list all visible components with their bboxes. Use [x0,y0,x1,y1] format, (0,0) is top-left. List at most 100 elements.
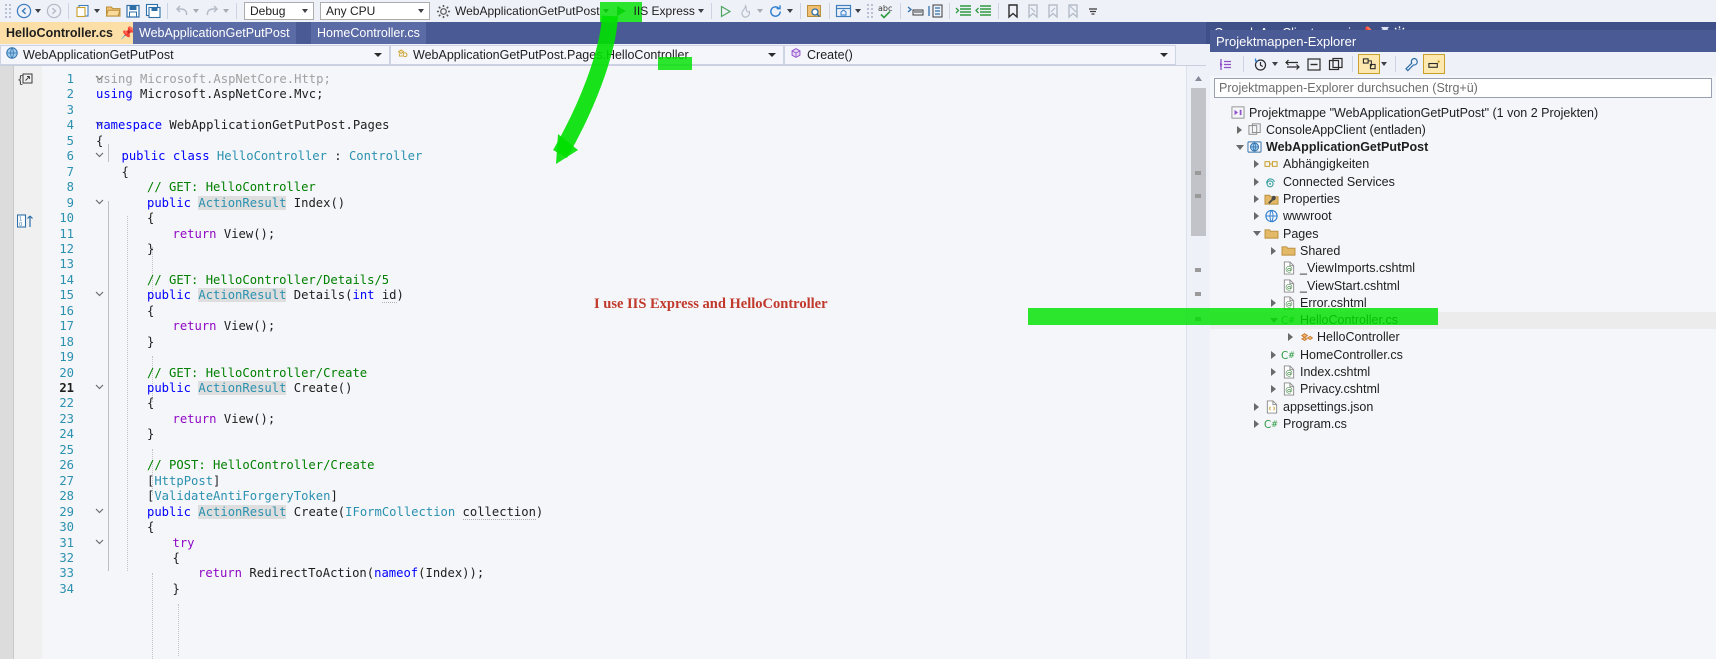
run-target-label[interactable]: IIS Express [632,4,697,18]
hot-reload-dropdown[interactable] [756,9,763,13]
code-line[interactable]: namespace WebApplicationGetPutPost.Pages [96,118,390,133]
open-file-icon[interactable] [103,1,123,21]
code-line[interactable]: using Microsoft.AspNetCore.Mvc; [96,87,323,102]
expand-triangle-icon[interactable] [1250,400,1263,413]
fold-toggle-icon[interactable] [94,506,104,517]
code-line[interactable]: public ActionResult Create() [147,381,352,396]
solution-platform-combo[interactable]: Any CPU [320,2,430,20]
hot-reload-icon[interactable] [736,1,756,21]
tab-homecontroller-cs[interactable]: HomeController.cs [311,22,426,44]
expand-triangle-icon[interactable] [1250,193,1263,206]
increase-indent-icon[interactable] [954,1,974,21]
decrease-indent-icon[interactable] [974,1,994,21]
code-line[interactable]: // GET: HelloController [147,180,316,195]
previous-bookmark-icon[interactable] [1023,1,1043,21]
save-all-icon[interactable] [143,1,163,21]
expand-triangle-icon[interactable] [1267,366,1280,379]
tree-item[interactable]: Pages [1210,225,1716,242]
code-line[interactable]: try [173,536,195,551]
uncomment-selection-icon[interactable] [925,1,945,21]
redo-dropdown[interactable] [223,9,229,13]
navigate-back-dropdown[interactable] [35,9,41,13]
undo-icon[interactable] [172,1,192,21]
tree-item[interactable]: Projektmappe "WebApplicationGetPutPost" … [1210,104,1716,121]
new-item-dropdown[interactable] [94,9,100,13]
start-without-debugging-icon[interactable] [716,1,736,21]
home-icon[interactable] [1358,54,1380,74]
code-line[interactable]: public ActionResult Index() [147,195,345,211]
code-line[interactable]: { [173,551,180,566]
code-line[interactable]: return View(); [173,319,276,334]
window-layout-dropdown[interactable] [854,9,861,13]
expand-triangle-icon[interactable] [1267,383,1280,396]
collapse-triangle-icon[interactable] [1233,141,1246,154]
tree-item[interactable]: @ _ViewImports.cshtml [1210,260,1716,277]
code-line[interactable]: public class HelloController : Controlle… [122,149,423,164]
fold-toggle-icon[interactable] [94,537,104,548]
pending-changes-icon[interactable] [1249,54,1271,74]
code-line[interactable]: } [173,582,180,597]
home-dropdown[interactable] [1381,62,1387,66]
code-line[interactable]: [HttpPost] [147,474,220,489]
tree-item[interactable]: C # Program.cs [1210,415,1716,432]
tree-item[interactable]: @ _ViewStart.cshtml [1210,277,1716,294]
code-line[interactable]: [ValidateAntiForgeryToken] [147,489,338,504]
redo-icon[interactable] [202,1,222,21]
toolbar-overflow-icon[interactable] [1083,1,1103,21]
code-line[interactable]: { [147,396,154,411]
fold-toggle-icon[interactable] [94,197,104,208]
save-icon[interactable] [123,1,143,21]
expand-triangle-icon[interactable] [1250,175,1263,188]
code-line[interactable]: // POST: HelloController/Create [147,458,374,473]
code-line[interactable]: { [147,520,154,535]
toolbar-drag-handle[interactable] [4,3,12,19]
refresh-dropdown[interactable] [786,9,793,13]
comment-selection-icon[interactable] [905,1,925,21]
undo-dropdown[interactable] [193,9,199,13]
show-all-files-icon[interactable] [1303,54,1325,74]
expand-triangle-icon[interactable] [1250,417,1263,430]
collapse-to-definitions-icon[interactable]: { [17,72,33,89]
tree-item[interactable]: C # HomeController.cs [1210,346,1716,363]
code-line[interactable]: using Microsoft.AspNetCore.Http; [96,72,331,87]
collapse-triangle-icon[interactable] [1250,227,1263,240]
properties-icon[interactable] [1401,54,1423,74]
expand-triangle-icon[interactable] [1233,123,1246,136]
editor-vertical-scrollbar[interactable] [1186,66,1210,659]
tree-item[interactable]: Connected Services [1210,173,1716,190]
toolbar-drag-handle[interactable] [865,3,874,19]
expand-triangle-icon[interactable] [1267,244,1280,257]
preview-selected-items-icon[interactable] [1325,54,1347,74]
window-layout-icon[interactable] [834,1,854,21]
solution-explorer-tree[interactable]: Projektmappe "WebApplicationGetPutPost" … [1210,100,1716,659]
switch-views-icon[interactable] [1423,54,1445,74]
code-lens-references-icon[interactable]: 10 [16,214,35,232]
tree-item[interactable]: ConsoleAppClient (entladen) [1210,121,1716,138]
code-line[interactable]: // GET: HelloController/Details/5 [147,273,389,288]
expand-triangle-icon[interactable] [1284,331,1297,344]
run-target-dropdown[interactable] [697,9,704,13]
spell-check-icon[interactable]: abc [876,1,896,21]
solution-explorer-search-input[interactable]: Projektmappen-Explorer durchsuchen (Strg… [1214,78,1712,98]
code-line[interactable]: { [122,165,129,180]
find-in-files-icon[interactable] [805,1,825,21]
solution-configuration-combo[interactable]: Debug [244,2,314,20]
code-line[interactable]: public ActionResult Details(int id) [147,288,404,304]
collapse-all-icon[interactable] [1216,54,1238,74]
code-line[interactable]: } [147,427,154,442]
pending-changes-dropdown[interactable] [1272,62,1278,66]
tree-item[interactable]: Abhängigkeiten [1210,156,1716,173]
tree-item[interactable]: WebApplicationGetPutPost [1210,139,1716,156]
tree-item[interactable]: appsettings.json [1210,398,1716,415]
fold-toggle-icon[interactable] [94,150,104,161]
code-line[interactable]: public ActionResult Create(IFormCollecti… [147,504,543,520]
refresh-icon[interactable] [766,1,786,21]
code-line[interactable]: return View(); [173,412,276,427]
fold-toggle-icon[interactable] [94,382,104,393]
tree-item[interactable]: @ Index.cshtml [1210,364,1716,381]
navbar-project-combo[interactable]: WebApplicationGetPutPost [0,44,390,65]
tree-item[interactable]: wwwroot [1210,208,1716,225]
navbar-member-combo[interactable]: Create() [784,44,1176,65]
navigate-forward-icon[interactable] [44,1,64,21]
code-line[interactable]: { [147,211,154,226]
